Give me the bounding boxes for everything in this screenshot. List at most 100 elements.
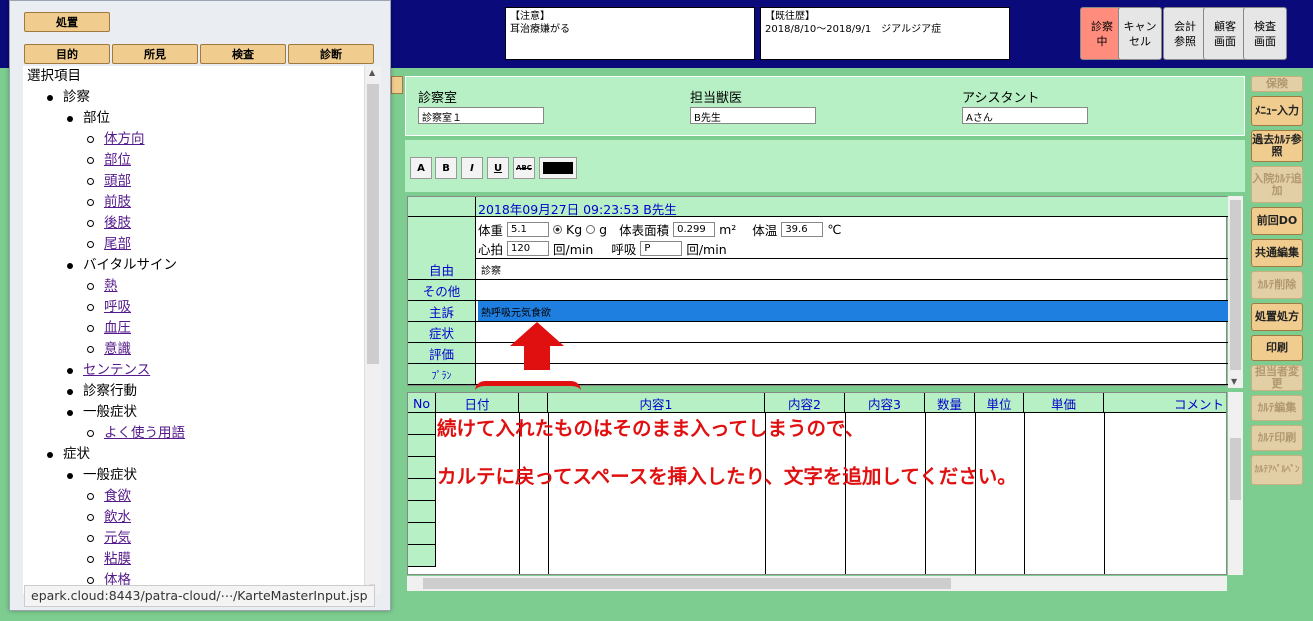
side-tab[interactable] <box>391 76 403 94</box>
tree-item[interactable]: センテンス <box>23 360 364 381</box>
print-button[interactable]: 印刷 <box>1251 335 1303 361</box>
tree-item-label[interactable]: 尾部 <box>104 236 131 252</box>
tree-item-label[interactable]: 後肢 <box>104 215 131 231</box>
row-value-other[interactable] <box>478 280 1228 300</box>
tree-item-label[interactable]: 血圧 <box>104 320 131 336</box>
karte-edit-button[interactable]: ｶﾙﾃ編集 <box>1251 395 1303 421</box>
karte-pen-button[interactable]: ｶﾙﾃｱﾍﾟﾙﾍﾟﾝ <box>1251 455 1303 485</box>
tree-item-label[interactable]: 粘膜 <box>104 551 131 567</box>
weight-field[interactable]: 5.1 <box>507 222 550 237</box>
tree-item[interactable]: 尾部 <box>23 234 364 255</box>
tree-item-label[interactable]: 熱 <box>104 278 118 294</box>
karte-scrollbar[interactable]: ▼ <box>1228 196 1243 388</box>
grid-hscrollbar[interactable] <box>407 576 1227 591</box>
tree-item-label[interactable]: 前肢 <box>104 194 131 210</box>
tree-item-label[interactable]: センテンス <box>83 362 150 378</box>
tree-item-label[interactable]: 頭部 <box>104 173 131 189</box>
tree-item[interactable]: 元気 <box>23 528 364 549</box>
karte-row-complaint[interactable]: 主訴 熱呼吸元気食欲 <box>408 301 1228 322</box>
grid-row-num[interactable] <box>408 545 436 567</box>
accounting-button[interactable]: 会計参照 <box>1163 7 1207 60</box>
tree-item-label[interactable]: 意識 <box>104 341 131 357</box>
tree-scrollbar[interactable]: ▲ ▼ <box>364 66 381 594</box>
resp-field[interactable]: P <box>640 241 683 256</box>
tree-item[interactable]: 頭部 <box>23 171 364 192</box>
tab-diagnosis[interactable]: 診断 <box>288 44 374 64</box>
tree-item[interactable]: 部位 <box>23 150 364 171</box>
karte-print-button[interactable]: ｶﾙﾃ印刷 <box>1251 425 1303 451</box>
karte-delete-button[interactable]: ｶﾙﾃ削除 <box>1251 271 1303 299</box>
tree-item[interactable]: 意識 <box>23 339 364 360</box>
temp-field[interactable]: 39.6 <box>781 222 824 237</box>
tree-item-label[interactable]: 体方向 <box>104 131 145 147</box>
tree-item-label[interactable]: 飲水 <box>104 509 131 525</box>
font-button[interactable]: A <box>410 157 432 179</box>
pulse-field[interactable]: 120 <box>507 241 550 256</box>
tree-scroll-thumb[interactable] <box>367 84 379 364</box>
underline-button[interactable]: U <box>487 157 509 179</box>
scroll-down-arrow-icon[interactable]: ▼ <box>1231 377 1237 386</box>
grid-row-num[interactable] <box>408 435 436 457</box>
tree-item-label[interactable]: 元気 <box>104 530 131 546</box>
grid-row-num[interactable] <box>408 523 436 545</box>
karte-scroll-thumb[interactable] <box>1230 200 1241 370</box>
tree-item[interactable]: 前肢 <box>23 192 364 213</box>
grid-vscrollbar[interactable] <box>1228 392 1243 575</box>
tree-item[interactable]: 熱 <box>23 276 364 297</box>
previous-do-button[interactable]: 前回DO <box>1251 207 1303 235</box>
grid-hscroll-thumb[interactable] <box>423 578 951 589</box>
assistant-field[interactable]: Aさん <box>962 107 1088 124</box>
customer-screen-button[interactable]: 顧客画面 <box>1203 7 1247 60</box>
tree-item[interactable]: 血圧 <box>23 318 364 339</box>
doctor-field[interactable]: B先生 <box>690 107 816 124</box>
tree-item[interactable]: 食欲 <box>23 486 364 507</box>
strike-button[interactable]: ABC <box>513 157 535 179</box>
tab-findings[interactable]: 所見 <box>112 44 198 64</box>
tree-item[interactable]: 後肢 <box>23 213 364 234</box>
tree-item-label[interactable]: 部位 <box>104 152 131 168</box>
grid-row-num[interactable] <box>408 413 436 435</box>
karte-row-free[interactable]: 自由 診察 <box>408 259 1228 280</box>
tree-item[interactable]: 呼吸 <box>23 297 364 318</box>
menu-input-button[interactable]: ﾒﾆｭｰ入力 <box>1251 96 1303 126</box>
common-edit-button[interactable]: 共通編集 <box>1251 239 1303 267</box>
change-staff-button[interactable]: 担当者変更 <box>1251 365 1303 391</box>
row-value-complaint[interactable]: 熱呼吸元気食欲 <box>478 301 1228 321</box>
tree-body: 診察 部位 体方向 部位 頭部 前肢 後肢 尾部 バイタルサイン熱呼吸 血圧 意識 センテンス 診察行動… <box>23 87 364 591</box>
tree-item-label[interactable]: 呼吸 <box>104 299 131 315</box>
grid-row-num[interactable] <box>408 457 436 479</box>
bsa-field[interactable]: 0.299 <box>673 222 716 237</box>
tree-item[interactable]: 飲水 <box>23 507 364 528</box>
tree-item[interactable]: 粘膜 <box>23 549 364 570</box>
kg-radio[interactable] <box>553 225 563 234</box>
tree-item[interactable]: よく使う用語 <box>23 423 364 444</box>
exam-screen-button[interactable]: 検査画面 <box>1243 7 1287 60</box>
tab-purpose[interactable]: 目的 <box>24 44 110 64</box>
italic-button[interactable]: I <box>461 157 483 179</box>
treatment-prescription-button[interactable]: 処置処方 <box>1251 303 1303 331</box>
room-field[interactable]: 診察室１ <box>418 107 544 124</box>
karte-row-other[interactable]: その他 <box>408 280 1228 301</box>
tree-item-label[interactable]: 食欲 <box>104 488 131 504</box>
treatment-button[interactable]: 処置 <box>24 12 110 32</box>
cancel-button[interactable]: キャンセル <box>1118 7 1162 60</box>
row-value-free[interactable]: 診察 <box>478 259 1228 279</box>
past-karte-button[interactable]: 過去ｶﾙﾃ参照 <box>1251 130 1303 162</box>
grid-row-num[interactable] <box>408 479 436 501</box>
inpatient-karte-button[interactable]: 入院ｶﾙﾃ追加 <box>1251 166 1303 203</box>
row-value-plan[interactable] <box>478 364 1228 384</box>
insurance-button[interactable]: 保険 <box>1251 76 1303 92</box>
tree-item-label[interactable]: よく使う用語 <box>104 425 185 441</box>
tab-exam[interactable]: 検査 <box>200 44 286 64</box>
pulse-label: 心拍 <box>478 242 504 257</box>
bullet-circle-icon <box>87 199 94 206</box>
row-value-symptom[interactable] <box>478 322 1228 342</box>
bold-button[interactable]: B <box>435 157 457 179</box>
grid-row-num[interactable] <box>408 501 436 523</box>
tree-item[interactable]: 体方向 <box>23 129 364 150</box>
scroll-up-arrow-icon[interactable]: ▲ <box>369 68 375 77</box>
g-radio[interactable] <box>586 225 596 234</box>
row-value-assessment[interactable] <box>478 343 1228 363</box>
color-button[interactable] <box>539 157 577 179</box>
grid-vscroll-thumb[interactable] <box>1230 438 1241 500</box>
